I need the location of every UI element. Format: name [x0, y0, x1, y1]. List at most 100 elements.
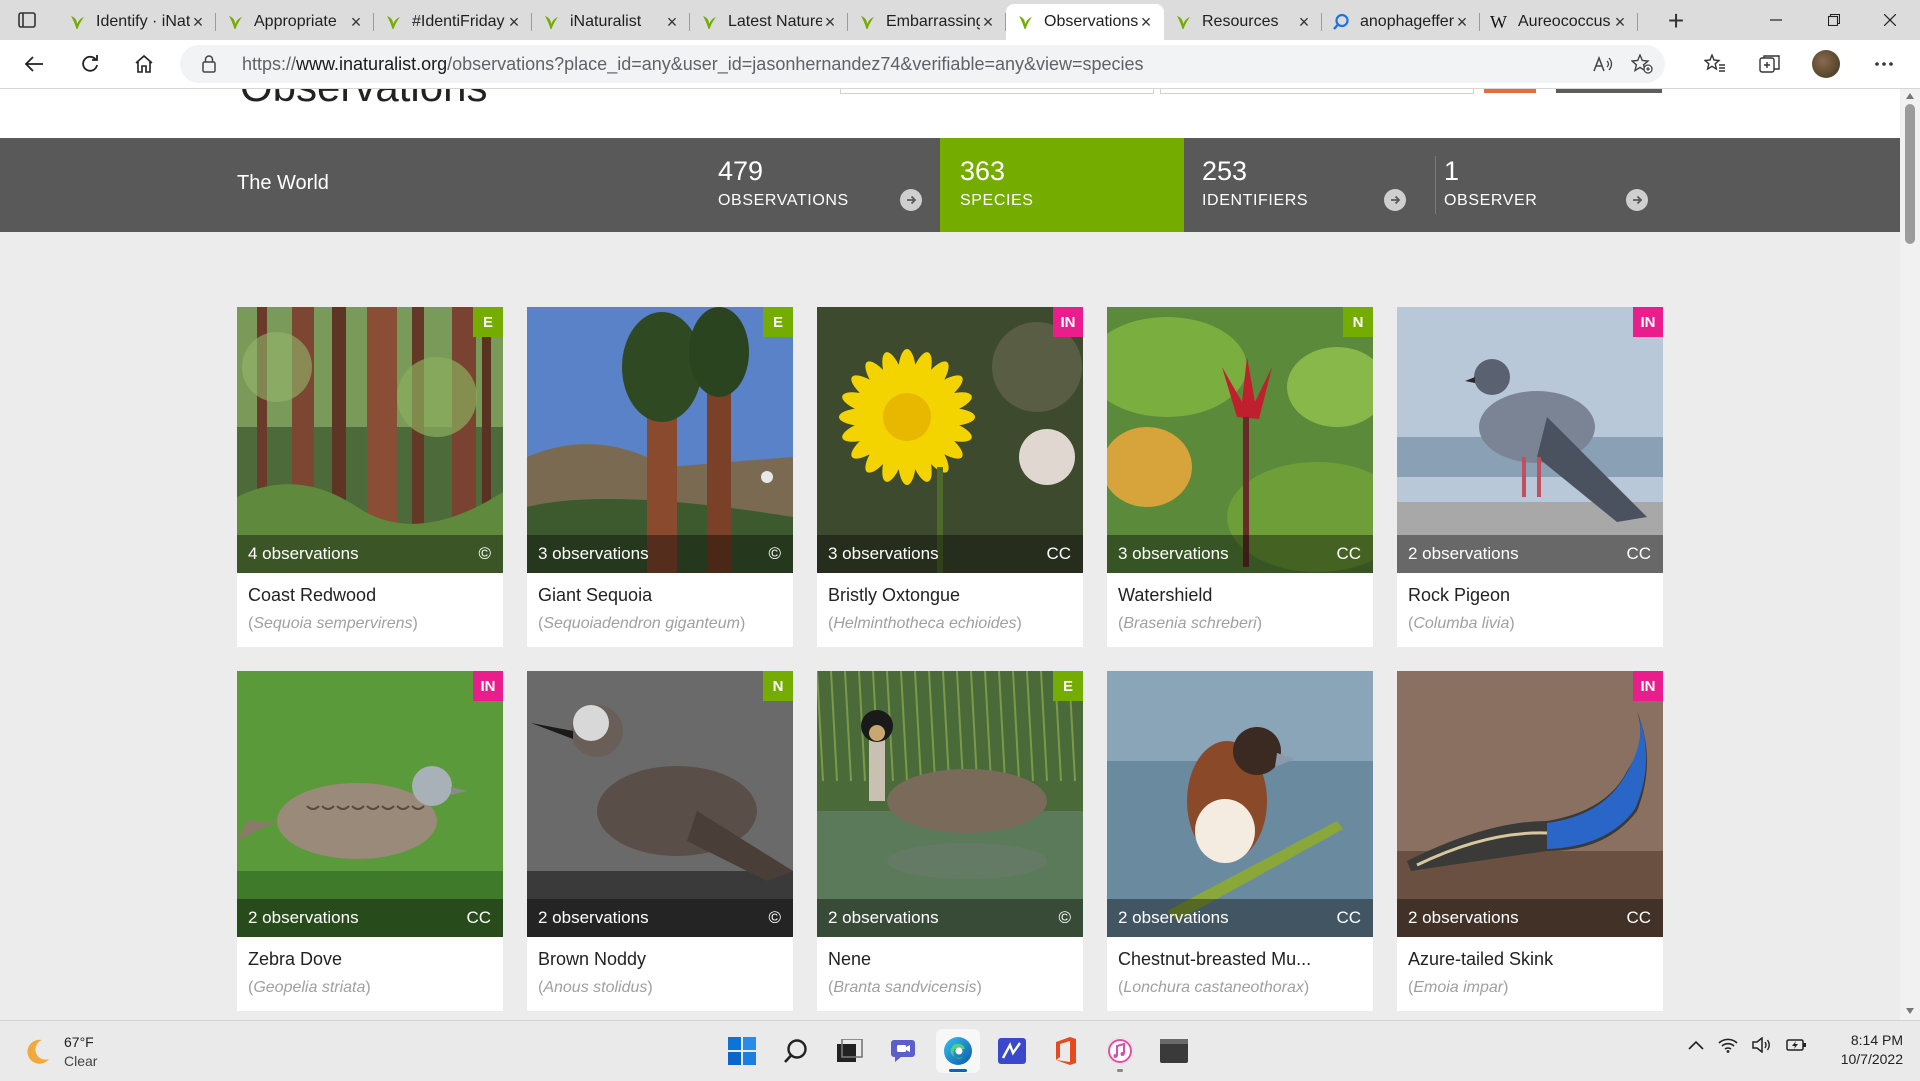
lock-icon[interactable] — [202, 55, 216, 73]
tab-close-icon[interactable]: × — [190, 12, 206, 33]
url-text[interactable]: https://www.inaturalist.org/observations… — [242, 54, 1144, 75]
species-card[interactable]: N 3 observations CC Watershield (Brasenia sc… — [1107, 307, 1373, 647]
browser-tab[interactable]: W Aureococcus × — [1480, 4, 1638, 40]
address-bar[interactable]: https://www.inaturalist.org/observations… — [180, 45, 1665, 83]
species-photo[interactable]: IN 2 observations CC — [1397, 307, 1663, 573]
tab-actions-button[interactable] — [14, 8, 40, 32]
scroll-down-arrow-icon[interactable] — [1906, 1008, 1914, 1014]
species-photo[interactable]: N 3 observations CC — [1107, 307, 1373, 573]
common-name-link[interactable]: Coast Redwood — [248, 585, 376, 606]
common-name-link[interactable]: Bristly Oxtongue — [828, 585, 960, 606]
tab-close-icon[interactable]: × — [1454, 12, 1470, 33]
license-icon[interactable]: © — [768, 908, 781, 928]
stat-identifiers[interactable]: 253 IDENTIFIERS — [1182, 138, 1426, 232]
profile-button[interactable] — [1808, 47, 1844, 81]
browser-tab[interactable]: Resources × — [1164, 4, 1322, 40]
species-card[interactable]: N 2 observations © Brown Noddy (Anous stolid… — [527, 671, 793, 1011]
species-photo[interactable]: IN 2 observations CC — [1397, 671, 1663, 937]
minimize-button[interactable] — [1748, 0, 1804, 40]
task-view-button[interactable] — [828, 1029, 872, 1073]
tab-close-icon[interactable]: × — [980, 12, 996, 33]
tab-close-icon[interactable]: × — [822, 12, 838, 33]
observation-count-link[interactable]: 2 observations — [828, 908, 939, 928]
license-icon[interactable]: CC — [1626, 908, 1651, 928]
observation-count-link[interactable]: 4 observations — [248, 544, 359, 564]
search-taxon-input[interactable] — [840, 89, 1154, 94]
browser-tab[interactable]: Latest Nature × — [690, 4, 848, 40]
close-window-button[interactable] — [1862, 0, 1918, 40]
browser-tab[interactable]: iNaturalist × — [532, 4, 690, 40]
browser-tab[interactable]: Appropriate × — [216, 4, 374, 40]
office-button[interactable] — [1044, 1029, 1088, 1073]
observation-count-link[interactable]: 3 observations — [828, 544, 939, 564]
common-name-link[interactable]: Rock Pigeon — [1408, 585, 1510, 606]
species-card[interactable]: E 3 observations © Giant Sequoia (Sequoiaden… — [527, 307, 793, 647]
common-name-link[interactable]: Chestnut-breasted Mu... — [1118, 949, 1311, 970]
add-favorite-button[interactable] — [1628, 52, 1656, 76]
tab-close-icon[interactable]: × — [506, 12, 522, 33]
observation-count-link[interactable]: 3 observations — [1118, 544, 1229, 564]
observation-count-link[interactable]: 2 observations — [538, 908, 649, 928]
settings-menu-button[interactable] — [1866, 47, 1902, 81]
species-photo[interactable]: E 2 observations © — [817, 671, 1083, 937]
species-card[interactable]: E 4 observations © Coast Redwood (Sequoia se… — [237, 307, 503, 647]
observation-count-link[interactable]: 2 observations — [1408, 908, 1519, 928]
new-tab-button[interactable]: + — [1660, 5, 1692, 36]
license-icon[interactable]: CC — [1336, 544, 1361, 564]
species-card[interactable]: IN 3 observations CC Bristly Oxtongue (Helmi… — [817, 307, 1083, 647]
species-photo[interactable]: E 3 observations © — [527, 307, 793, 573]
itunes-button[interactable] — [1098, 1029, 1142, 1073]
browser-tab[interactable]: Identify · iNaturalist× — [58, 4, 216, 40]
system-clock[interactable]: 8:14 PM 10/7/2022 — [1828, 1031, 1903, 1069]
wifi-button[interactable] — [1718, 1037, 1738, 1053]
observation-count-link[interactable]: 2 observations — [248, 908, 359, 928]
browser-tab[interactable]: Embarrassing × — [848, 4, 1006, 40]
common-name-link[interactable]: Giant Sequoia — [538, 585, 652, 606]
species-card[interactable]: 2 observations CC Chestnut-breasted Mu... (… — [1107, 671, 1373, 1011]
license-icon[interactable]: © — [1058, 908, 1071, 928]
observation-count-link[interactable]: 3 observations — [538, 544, 649, 564]
common-name-link[interactable]: Brown Noddy — [538, 949, 646, 970]
observation-count-link[interactable]: 2 observations — [1118, 908, 1229, 928]
species-photo[interactable]: IN 3 observations CC — [817, 307, 1083, 573]
volume-button[interactable] — [1752, 1037, 1772, 1053]
tab-close-icon[interactable]: × — [1612, 12, 1628, 33]
stat-observer[interactable]: 1 OBSERVER — [1424, 138, 1668, 232]
go-button[interactable] — [1484, 89, 1536, 93]
collections-button[interactable] — [1752, 47, 1788, 81]
favorites-button[interactable] — [1697, 47, 1733, 81]
tab-close-icon[interactable]: × — [1296, 12, 1312, 33]
species-card[interactable]: IN 2 observations CC Rock Pigeon (Columba li… — [1397, 307, 1663, 647]
arrow-right-circle-icon[interactable] — [1384, 189, 1406, 211]
common-name-link[interactable]: Nene — [828, 949, 871, 970]
read-aloud-button[interactable] — [1590, 52, 1618, 76]
license-icon[interactable]: CC — [1336, 908, 1361, 928]
observation-count-link[interactable]: 2 observations — [1408, 544, 1519, 564]
stat-observations[interactable]: 479 OBSERVATIONS — [698, 138, 942, 232]
teams-chat-button[interactable] — [882, 1029, 926, 1073]
tab-close-icon[interactable]: × — [1138, 12, 1154, 33]
license-icon[interactable]: © — [768, 544, 781, 564]
refresh-button[interactable] — [72, 47, 108, 81]
arrow-right-circle-icon[interactable] — [1626, 189, 1648, 211]
home-button[interactable] — [126, 47, 162, 81]
species-photo[interactable]: N 2 observations © — [527, 671, 793, 937]
scroll-thumb[interactable] — [1905, 104, 1915, 244]
restore-button[interactable] — [1806, 0, 1862, 40]
license-icon[interactable]: CC — [1626, 544, 1651, 564]
arrow-right-circle-icon[interactable] — [900, 189, 922, 211]
battery-button[interactable] — [1786, 1037, 1808, 1053]
species-photo[interactable]: E 4 observations © — [237, 307, 503, 573]
species-card[interactable]: E 2 observations © Nene (Branta sandvicensis… — [817, 671, 1083, 1011]
species-card[interactable]: IN 2 observations CC Azure-tailed Skink (Emo… — [1397, 671, 1663, 1011]
species-photo[interactable]: 2 observations CC — [1107, 671, 1373, 937]
filters-button[interactable] — [1556, 89, 1662, 93]
license-icon[interactable]: CC — [1046, 544, 1071, 564]
tray-overflow-button[interactable] — [1688, 1040, 1704, 1050]
browser-tab[interactable]: #IdentiFriday × — [374, 4, 532, 40]
stat-species[interactable]: 363 SPECIES — [940, 138, 1184, 232]
species-card[interactable]: IN 2 observations CC Zebra Dove (Geopelia st… — [237, 671, 503, 1011]
license-icon[interactable]: CC — [466, 908, 491, 928]
browser-tab[interactable]: anophagefferens× — [1322, 4, 1480, 40]
tab-close-icon[interactable]: × — [348, 12, 364, 33]
